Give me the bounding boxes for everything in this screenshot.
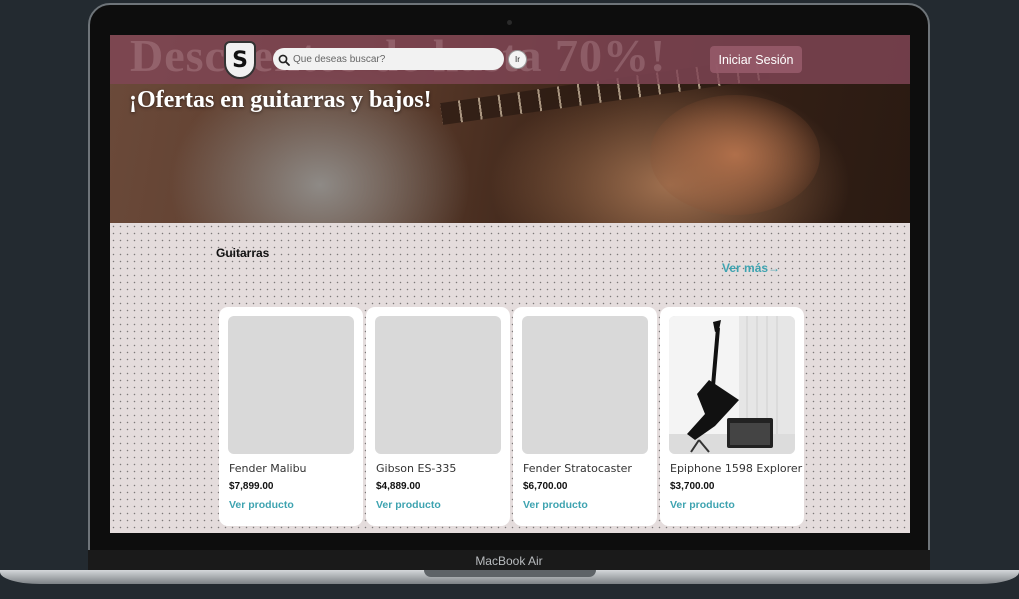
product-image-guitar	[669, 316, 795, 454]
view-product-link[interactable]: Ver producto	[229, 499, 294, 511]
guitars-section: Guitarras Ver más→ Fender Malibu $7,899.…	[110, 223, 910, 533]
hero-banner: Descuentos de hasta 70%! S Ir Iniciar Se…	[110, 35, 910, 223]
search-go-button[interactable]: Ir	[508, 50, 527, 69]
product-name: Fender Stratocaster	[523, 462, 632, 475]
see-more-link[interactable]: Ver más→	[722, 261, 780, 275]
device-label: MacBook Air	[88, 550, 930, 572]
product-price: $4,889.00	[376, 481, 421, 492]
search-icon	[278, 53, 290, 66]
hand-image	[650, 95, 820, 215]
product-price: $7,899.00	[229, 481, 274, 492]
browser-screen: Descuentos de hasta 70%! S Ir Iniciar Se…	[110, 35, 910, 533]
product-name: Gibson ES-335	[376, 462, 457, 475]
section-title: Guitarras	[216, 246, 270, 260]
laptop-notch	[424, 570, 596, 577]
site-header: Descuentos de hasta 70%! S Ir Iniciar Se…	[110, 35, 910, 84]
search-bar	[273, 48, 504, 70]
product-card[interactable]: Fender Malibu $7,899.00 Ver producto	[219, 307, 363, 526]
hero-title: ¡Ofertas en guitarras y bajos!	[129, 87, 432, 113]
search-input[interactable]	[293, 53, 493, 65]
product-name: Fender Malibu	[229, 462, 307, 475]
product-image-placeholder	[522, 316, 648, 454]
product-name: Epiphone 1598 Explorer	[670, 462, 803, 475]
product-list: Fender Malibu $7,899.00 Ver producto Gib…	[219, 307, 804, 526]
camera-icon	[507, 20, 512, 25]
product-card[interactable]: Epiphone 1598 Explorer $3,700.00 Ver pro…	[660, 307, 804, 526]
product-card[interactable]: Fender Stratocaster $6,700.00 Ver produc…	[513, 307, 657, 526]
site-logo[interactable]: S	[224, 41, 256, 79]
product-card[interactable]: Gibson ES-335 $4,889.00 Ver producto	[366, 307, 510, 526]
product-price: $3,700.00	[670, 481, 715, 492]
login-button[interactable]: Iniciar Sesión	[710, 46, 802, 73]
logo-letter: S	[232, 47, 248, 73]
view-product-link[interactable]: Ver producto	[523, 499, 588, 511]
view-product-link[interactable]: Ver producto	[376, 499, 441, 511]
product-image-placeholder	[375, 316, 501, 454]
product-price: $6,700.00	[523, 481, 568, 492]
view-product-link[interactable]: Ver producto	[670, 499, 735, 511]
product-image-placeholder	[228, 316, 354, 454]
